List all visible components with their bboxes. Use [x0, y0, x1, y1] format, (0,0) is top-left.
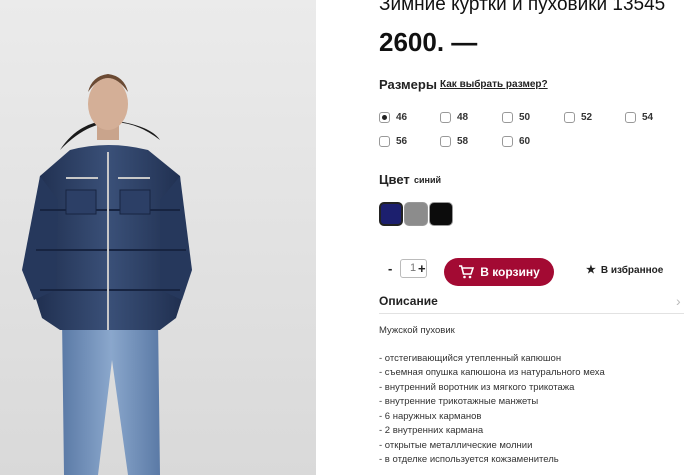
size-option-58[interactable]: 58: [440, 136, 468, 147]
add-to-cart-label: В корзину: [480, 265, 540, 279]
chevron-right-icon[interactable]: ›: [676, 293, 681, 309]
size-label: 56: [396, 136, 408, 147]
description-item: - отстегивающийся утепленный капюшон: [379, 353, 562, 364]
size-option-60[interactable]: 60: [502, 136, 530, 147]
description-intro: Мужской пуховик: [379, 325, 455, 336]
size-radio[interactable]: [379, 136, 390, 147]
color-value: синий: [414, 175, 442, 185]
color-swatch-gray[interactable]: [404, 202, 428, 226]
size-radio[interactable]: [502, 112, 513, 123]
product-photo: [0, 0, 316, 475]
color-swatch-blue[interactable]: [379, 202, 403, 226]
description-item: - в отделке используется кожзаменитель: [379, 454, 559, 465]
size-label: 58: [457, 136, 469, 147]
description-item: - внутренние трикотажные манжеты: [379, 396, 539, 407]
description-item: - 2 внутренних кармана: [379, 425, 484, 436]
size-option-56[interactable]: 56: [379, 136, 407, 147]
size-radio[interactable]: [440, 112, 451, 123]
description-item: - открытые металлические молнии: [379, 440, 533, 451]
size-label: 54: [642, 112, 654, 123]
description-item: - внутренний воротник из мягкого трикота…: [379, 382, 575, 393]
size-radio[interactable]: [625, 112, 636, 123]
size-option-46[interactable]: 46: [379, 112, 407, 123]
size-label: 46: [396, 112, 408, 123]
color-swatch-black[interactable]: [429, 202, 453, 226]
size-option-48[interactable]: 48: [440, 112, 468, 123]
size-guide-link[interactable]: Как выбрать размер?: [440, 79, 548, 90]
description-header[interactable]: Описание: [379, 294, 438, 308]
cart-icon: [459, 265, 475, 279]
quantity-increase-button[interactable]: +: [418, 261, 426, 276]
quantity-stepper[interactable]: 1 +: [400, 259, 427, 278]
size-radio[interactable]: [564, 112, 575, 123]
size-label: 52: [581, 112, 593, 123]
size-radio[interactable]: [502, 136, 513, 147]
add-to-cart-button[interactable]: В корзину: [444, 258, 554, 286]
quantity-value[interactable]: 1: [410, 262, 416, 274]
size-option-50[interactable]: 50: [502, 112, 530, 123]
description-item: - съемная опушка капюшона из натуральног…: [379, 367, 605, 378]
product-price: 2600. —: [379, 27, 478, 57]
star-icon: ★: [586, 264, 596, 276]
size-radio[interactable]: [379, 112, 390, 123]
product-title: Зимние куртки и пуховики 13545: [379, 0, 666, 15]
size-option-54[interactable]: 54: [625, 112, 653, 123]
quantity-decrease-button[interactable]: -: [388, 261, 392, 276]
size-label: 60: [519, 136, 531, 147]
size-label: 50: [519, 112, 531, 123]
size-label: 48: [457, 112, 469, 123]
sizes-label: Размеры: [379, 77, 437, 92]
add-to-favorites-button[interactable]: ★ В избранное: [586, 263, 663, 276]
favorites-label: В избранное: [600, 265, 664, 276]
size-radio[interactable]: [440, 136, 451, 147]
description-item: - 6 наружных карманов: [379, 411, 482, 422]
divider: [379, 313, 684, 314]
color-label: Цвет: [379, 172, 410, 187]
size-option-52[interactable]: 52: [564, 112, 592, 123]
